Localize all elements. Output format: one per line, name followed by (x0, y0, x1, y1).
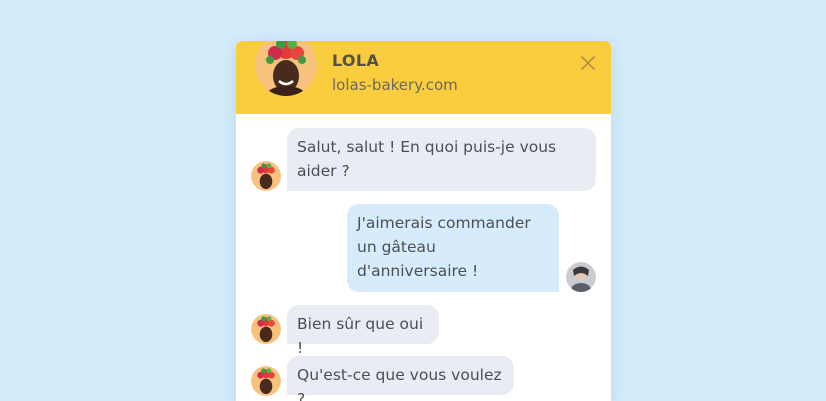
message-bubble: Bien sûr que oui ! (287, 305, 439, 357)
lola-avatar (255, 41, 317, 96)
lola-avatar (251, 314, 281, 344)
message-bubble: Salut, salut ! En quoi puis-je vous aide… (287, 128, 596, 191)
user-avatar (566, 262, 596, 292)
header-website: lolas-bakery.com (332, 76, 458, 94)
message-bubble: Qu'est-ce que vous voulez ? (287, 356, 514, 401)
close-button[interactable] (577, 52, 599, 74)
header-title: LOLA (332, 51, 380, 70)
close-icon (581, 56, 595, 70)
lola-avatar (251, 161, 281, 191)
chat-header: LOLA lolas-bakery.com (236, 41, 611, 114)
chat-widget: LOLA lolas-bakery.com Salut, salut ! En … (236, 41, 611, 401)
message-bubble: J'aimerais commander un gâteau d'anniver… (347, 204, 559, 292)
lola-avatar (251, 366, 281, 396)
